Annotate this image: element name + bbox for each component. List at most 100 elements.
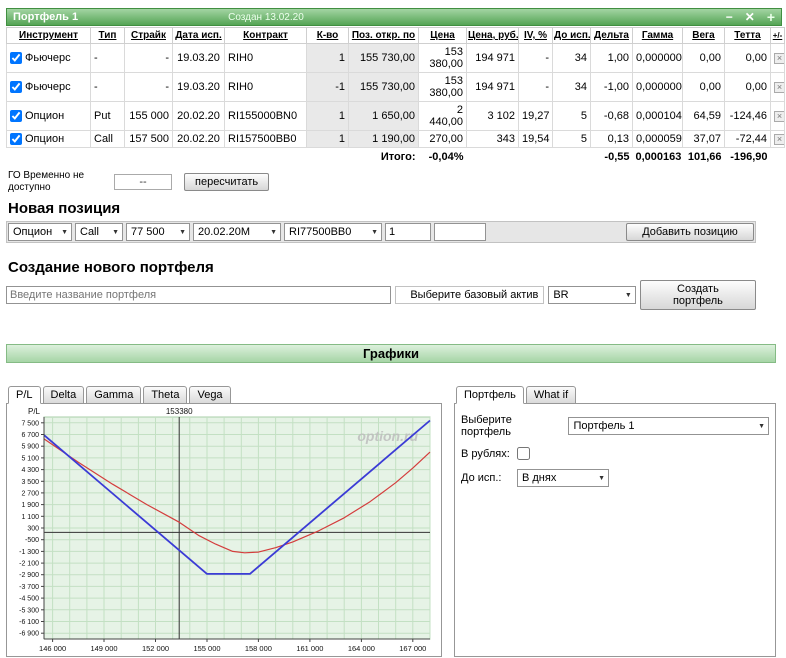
remove-row-icon[interactable]: × xyxy=(774,134,785,145)
col-qty[interactable]: К-во xyxy=(307,28,349,44)
svg-text:149 000: 149 000 xyxy=(90,644,117,653)
svg-text:158 000: 158 000 xyxy=(245,644,272,653)
cell-iv: - xyxy=(519,44,553,73)
svg-text:-6 100: -6 100 xyxy=(19,619,39,626)
col-delta[interactable]: Дельта xyxy=(591,28,633,44)
remove-row-icon[interactable]: × xyxy=(774,111,785,122)
col-price-rub[interactable]: Цена, руб. xyxy=(467,28,519,44)
tab-gamma[interactable]: Gamma xyxy=(86,386,141,404)
instrument-label: Опцион xyxy=(25,133,64,145)
cell-remove: × xyxy=(771,131,785,148)
minimize-icon[interactable]: − xyxy=(726,10,733,24)
row-checkbox[interactable] xyxy=(10,52,22,64)
cell-qty: -1 xyxy=(307,73,349,102)
instrument-type-select[interactable]: Опцион xyxy=(8,223,72,241)
created-date: Создан 13.02.20 xyxy=(228,12,304,23)
cell-price-rub: 343 xyxy=(467,131,519,148)
add-position-button[interactable]: Добавить позицию xyxy=(626,223,754,241)
portfolio-name-input[interactable] xyxy=(6,286,391,304)
tab-portfolio[interactable]: Портфель xyxy=(456,386,524,404)
svg-text:1 100: 1 100 xyxy=(21,514,39,521)
cell-delta: -0,68 xyxy=(591,102,633,131)
recalc-button[interactable]: пересчитать xyxy=(184,173,269,191)
tab-whatif[interactable]: What if xyxy=(526,386,576,404)
rub-checkbox[interactable] xyxy=(517,447,530,460)
cell-days: 34 xyxy=(553,44,591,73)
cell-gamma: 0,000000 xyxy=(633,73,683,102)
add-icon[interactable]: + xyxy=(767,10,775,24)
cell-days: 5 xyxy=(553,131,591,148)
row-checkbox[interactable] xyxy=(10,110,22,122)
col-gamma[interactable]: Гамма xyxy=(633,28,683,44)
create-portfolio-button[interactable]: Создать портфель xyxy=(640,280,756,310)
settings-panel: Портфель What if Выберите портфель Портф… xyxy=(454,385,776,657)
option-side-value: Call xyxy=(80,226,99,238)
remove-row-icon[interactable]: × xyxy=(774,53,785,64)
col-expiry[interactable]: Дата исп. xyxy=(173,28,225,44)
contract-select[interactable]: RI77500BB0 xyxy=(284,223,382,241)
svg-text:-5 300: -5 300 xyxy=(19,607,39,614)
cell-remove: × xyxy=(771,102,785,131)
cell-theta: -124,46 xyxy=(725,102,771,131)
cell-open-at: 1 190,00 xyxy=(349,131,419,148)
positions-table: Инструмент Тип Страйк Дата исп. Контракт… xyxy=(6,27,785,166)
cell-type: - xyxy=(91,73,125,102)
cell-price: 153 380,00 xyxy=(419,73,467,102)
days-label: До исп.: xyxy=(461,472,511,484)
remove-row-icon[interactable]: × xyxy=(774,82,785,93)
col-type[interactable]: Тип xyxy=(91,28,125,44)
portfolio-select-value: Портфель 1 xyxy=(573,420,634,432)
cell-instrument: Опцион xyxy=(7,102,91,131)
svg-text:P/L: P/L xyxy=(28,407,41,416)
window-controls: − ✕ + xyxy=(726,10,775,24)
portfolio-title: Портфель 1 xyxy=(13,11,78,23)
quantity-input[interactable] xyxy=(385,223,431,241)
cell-vega: 0,00 xyxy=(683,73,725,102)
days-select[interactable]: В днях xyxy=(517,469,609,487)
col-theta[interactable]: Тетта xyxy=(725,28,771,44)
cell-days: 5 xyxy=(553,102,591,131)
base-asset-select[interactable]: BR xyxy=(548,286,636,304)
go-label: ГО Временно не доступно xyxy=(8,170,102,193)
settings-tabs: Портфель What if xyxy=(454,386,776,404)
svg-text:-4 500: -4 500 xyxy=(19,596,39,603)
col-days[interactable]: До исп. xyxy=(553,28,591,44)
col-strike[interactable]: Страйк xyxy=(125,28,173,44)
tab-delta[interactable]: Delta xyxy=(43,386,85,404)
cell-delta: 0,13 xyxy=(591,131,633,148)
svg-text:5 100: 5 100 xyxy=(21,455,39,462)
svg-text:161 000: 161 000 xyxy=(296,644,323,653)
expiry-select[interactable]: 20.02.20M xyxy=(193,223,281,241)
cell-open-at: 155 730,00 xyxy=(349,73,419,102)
tab-vega[interactable]: Vega xyxy=(189,386,230,404)
pl-chart: 7 5006 7005 9005 1004 3003 5002 7001 900… xyxy=(6,403,442,657)
tab-pl[interactable]: P/L xyxy=(8,386,41,404)
cell-iv: 19,27 xyxy=(519,102,553,131)
row-checkbox[interactable] xyxy=(10,81,22,93)
cell-price: 153 380,00 xyxy=(419,44,467,73)
close-icon[interactable]: ✕ xyxy=(745,10,755,24)
col-contract[interactable]: Контракт xyxy=(225,28,307,44)
cell-vega: 37,07 xyxy=(683,131,725,148)
cell-contract: RIH0 xyxy=(225,44,307,73)
strike-select[interactable]: 77 500 xyxy=(126,223,190,241)
tab-theta[interactable]: Theta xyxy=(143,386,187,404)
price-input[interactable] xyxy=(434,223,486,241)
portfolio-select[interactable]: Портфель 1 xyxy=(568,417,769,435)
charts-header: Графики xyxy=(6,344,776,363)
cell-expiry: 19.03.20 xyxy=(173,73,225,102)
col-iv[interactable]: IV, % xyxy=(519,28,553,44)
cell-remove: × xyxy=(771,44,785,73)
col-vega[interactable]: Вега xyxy=(683,28,725,44)
option-side-select[interactable]: Call xyxy=(75,223,123,241)
cell-price-rub: 3 102 xyxy=(467,102,519,131)
col-price[interactable]: Цена xyxy=(419,28,467,44)
cell-expiry: 20.02.20 xyxy=(173,102,225,131)
col-instrument[interactable]: Инструмент xyxy=(7,28,91,44)
cell-price-rub: 194 971 xyxy=(467,73,519,102)
row-checkbox[interactable] xyxy=(10,133,22,145)
go-row: ГО Временно не доступно -- пересчитать xyxy=(6,166,782,197)
cell-expiry: 20.02.20 xyxy=(173,131,225,148)
col-open-at[interactable]: Поз. откр. по xyxy=(349,28,419,44)
svg-text:-500: -500 xyxy=(25,537,39,544)
